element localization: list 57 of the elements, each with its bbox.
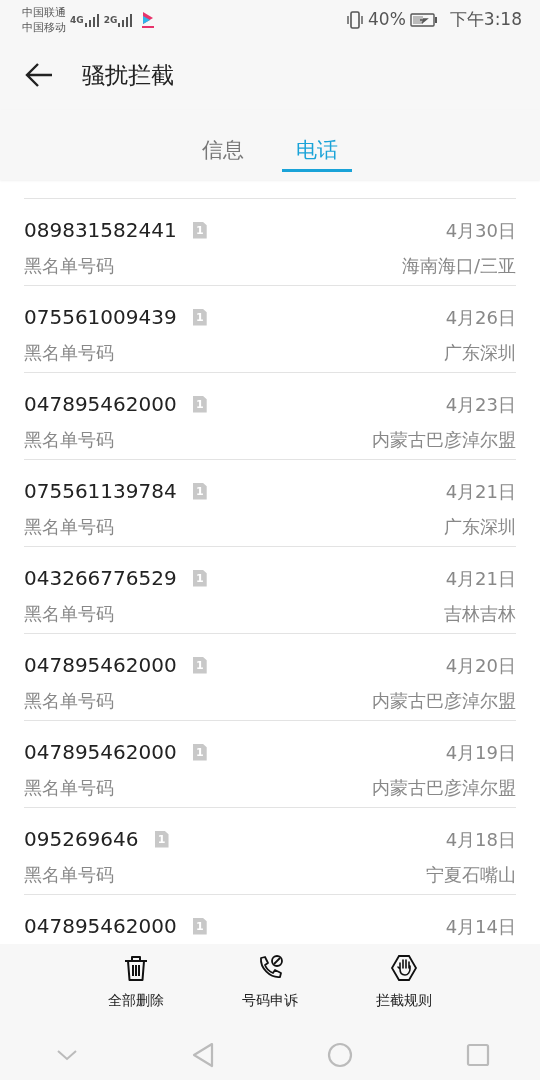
phone-number: 047895462000: [24, 391, 177, 418]
phone-number: 075561009439: [24, 304, 177, 331]
vibrate-icon: [346, 10, 364, 30]
call-location: 海南海口/三亚: [401, 254, 516, 278]
carrier-name: 中国移动: [22, 20, 66, 35]
toolbar-button[interactable]: 拦截规则: [349, 944, 459, 1030]
phone-number: 095269646: [24, 826, 139, 853]
call-tag: 黑名单号码: [24, 687, 114, 714]
toolbar-button[interactable]: 全部删除: [81, 944, 191, 1030]
back-icon[interactable]: [24, 62, 54, 88]
carrier-name: 中国联通: [22, 5, 66, 20]
call-date: 4月30日: [445, 218, 516, 243]
call-location: 内蒙古巴彦淖尔盟: [372, 689, 516, 713]
phone-number: 043266776529: [24, 565, 177, 592]
phone-number: 075561139784: [24, 478, 177, 505]
call-tag: 黑名单号码: [24, 513, 114, 540]
call-date: 4月14日: [445, 914, 516, 939]
back-nav-icon[interactable]: [190, 1042, 215, 1068]
call-date: 4月20日: [445, 653, 516, 678]
call-location: 广东深圳: [444, 515, 516, 539]
stop-hand-icon: [390, 954, 418, 982]
call-tag: 黑名单号码: [24, 600, 114, 627]
battery-icon: [409, 13, 438, 27]
screen-title: 骚扰拦截: [82, 60, 174, 90]
signal-icon: [117, 13, 134, 27]
trash-icon: [122, 954, 150, 982]
call-tag: 黑名单号码: [24, 861, 114, 888]
recents-nav-icon[interactable]: [465, 1043, 490, 1067]
call-date: 4月21日: [445, 566, 516, 591]
tab[interactable]: 信息: [188, 131, 258, 172]
phone-number: 089831582441: [24, 217, 177, 244]
call-location: 吉林吉林: [444, 602, 516, 626]
call-location: 内蒙古巴彦淖尔盟: [372, 428, 516, 452]
call-tag: 黑名单号码: [24, 774, 114, 801]
network-type: 2G: [103, 13, 118, 27]
phone-number: 047895462000: [24, 652, 177, 679]
call-tag: 黑名单号码: [24, 426, 114, 453]
network-type: 4G: [70, 13, 84, 27]
call-location: 广东深圳: [444, 341, 516, 365]
call-date: 4月21日: [445, 479, 516, 504]
chevron-down-icon[interactable]: [56, 1048, 78, 1062]
signal-icon: [83, 13, 100, 27]
app-icon: [141, 11, 156, 29]
call-tag: 黑名单号码: [24, 339, 114, 366]
phone-number: 047895462000: [24, 739, 177, 766]
call-date: 4月26日: [445, 305, 516, 330]
battery-percent: 40%: [368, 8, 406, 32]
call-tag: 黑名单号码: [24, 252, 114, 279]
call-date: 4月23日: [445, 392, 516, 417]
status-time: 下午3:18: [449, 8, 522, 32]
call-date: 4月19日: [445, 740, 516, 765]
home-nav-icon[interactable]: [327, 1042, 354, 1068]
phone-number: 047895462000: [24, 913, 177, 940]
call-date: 4月18日: [445, 827, 516, 852]
toolbar-button[interactable]: 号码申诉: [215, 944, 325, 1030]
call-location: 内蒙古巴彦淖尔盟: [372, 776, 516, 800]
call-location: 宁夏石嘴山: [426, 863, 516, 887]
